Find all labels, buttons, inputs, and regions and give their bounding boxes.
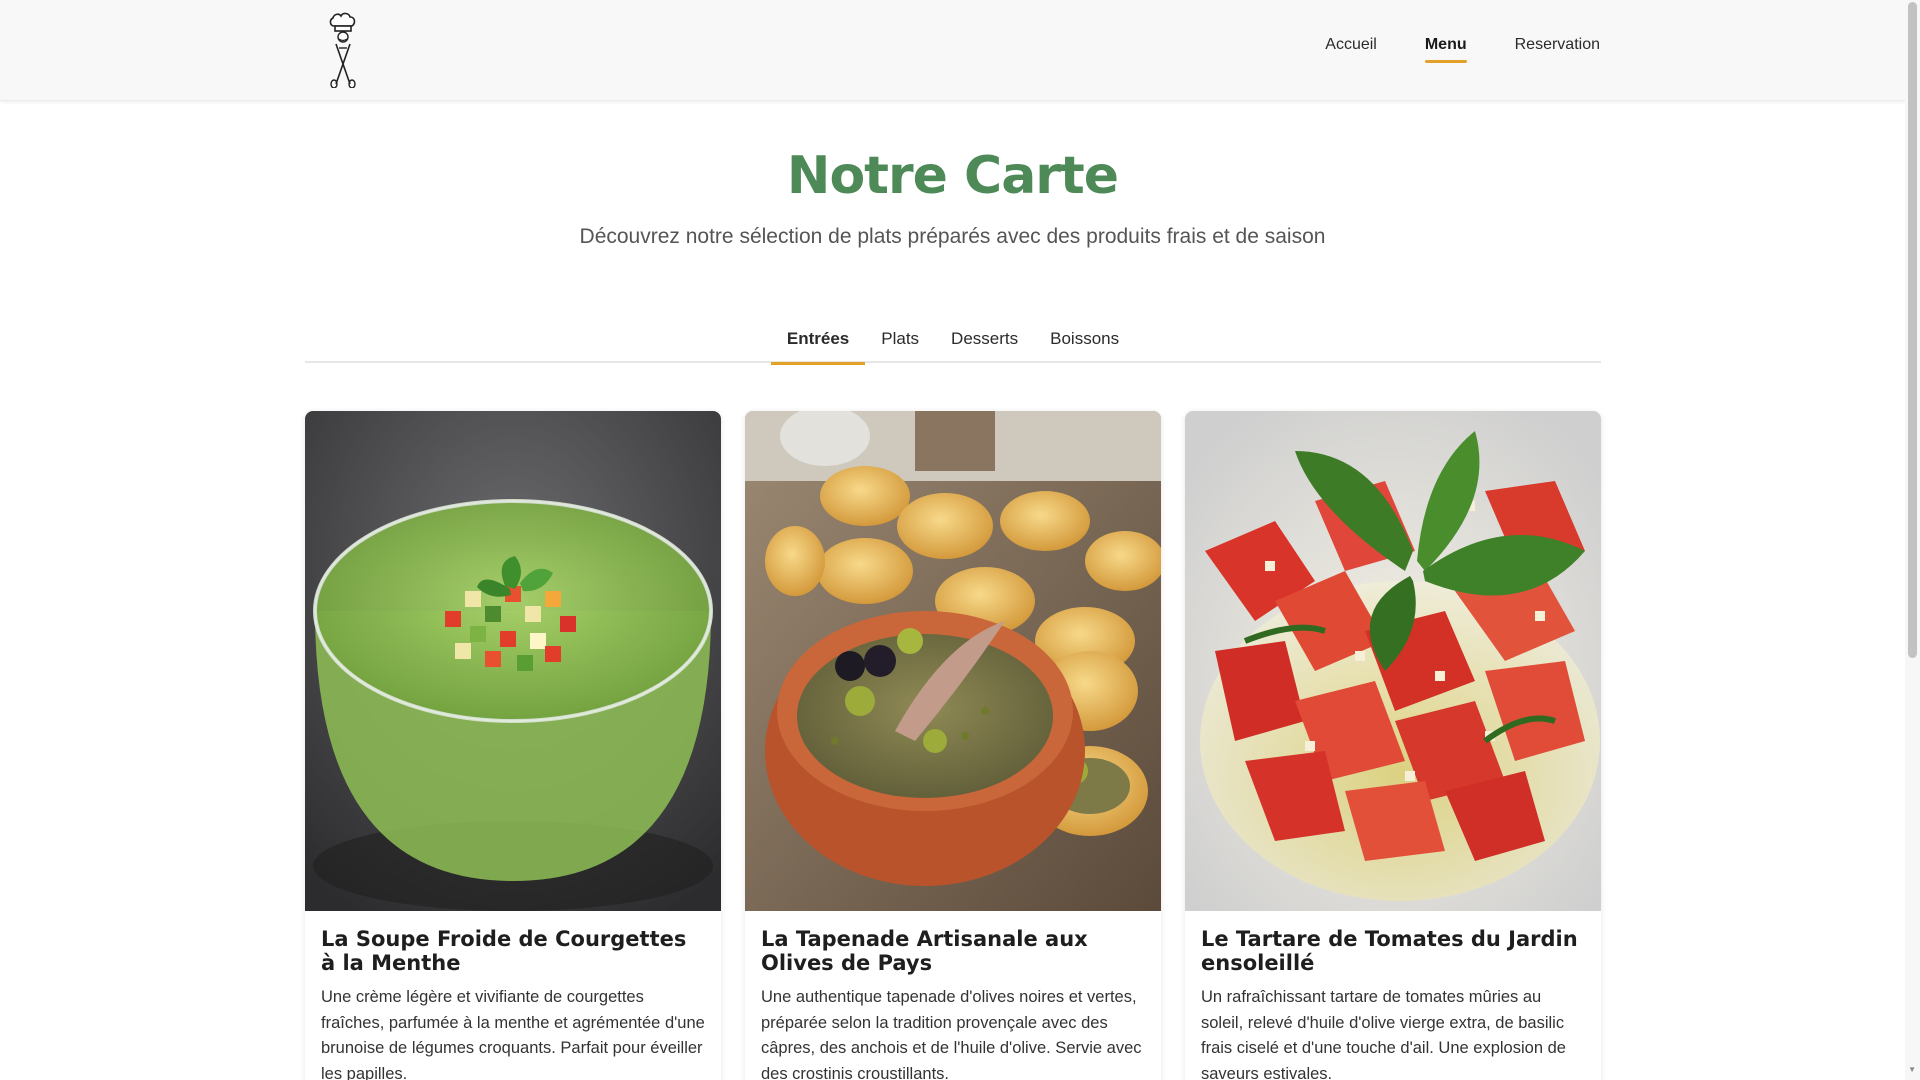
card-title: Le Tartare de Tomates du Jardin ensoleil… (1201, 927, 1578, 975)
site-header: Accueil Menu Reservation (0, 0, 1905, 101)
nav-reservation[interactable]: Reservation (1515, 36, 1600, 63)
page-title: Notre Carte (786, 146, 1119, 206)
chef-hat-utensils-icon[interactable] (322, 12, 364, 89)
nav-menu[interactable]: Menu (1424, 36, 1467, 63)
card-title: La Soupe Froide de Courgettes à la Menth… (321, 927, 687, 975)
nav-accueil[interactable]: Accueil (1325, 36, 1377, 63)
menu-card[interactable]: Le Tartare de Tomates du Jardin ensoleil… (1185, 411, 1601, 1080)
card-description: Un rafraîchissant tartare de tomates mûr… (1201, 988, 1566, 1080)
card-description: Une authentique tapenade d'olives noires… (761, 988, 1142, 1080)
scroll-down-arrow-icon[interactable]: ▼ (1908, 1065, 1916, 1074)
tab-entrees[interactable]: Entrées (770, 320, 866, 365)
menu-cards: La Soupe Froide de Courgettes à la Menth… (305, 411, 1601, 1080)
category-tabs: Entrées Plats Desserts Boissons (305, 320, 1601, 365)
menu-card[interactable]: La Soupe Froide de Courgettes à la Menth… (305, 411, 721, 1080)
menu-card[interactable]: La Tapenade Artisanale aux Olives de Pay… (745, 411, 1161, 1080)
tab-boissons[interactable]: Boissons (1034, 320, 1135, 363)
main-nav: Accueil Menu Reservation (1325, 36, 1600, 63)
tab-desserts[interactable]: Desserts (935, 320, 1034, 363)
tab-plats[interactable]: Plats (865, 320, 935, 363)
tapenade-photo (745, 411, 1161, 911)
page-scrollbar[interactable]: ▼ (1905, 0, 1920, 1080)
tomato-tartare-photo (1185, 411, 1601, 911)
card-description: Une crème légère et vivifiante de courge… (321, 988, 705, 1080)
page-subtitle: Découvrez notre sélection de plats prépa… (579, 225, 1326, 248)
card-title: La Tapenade Artisanale aux Olives de Pay… (761, 927, 1088, 975)
scrollbar-thumb[interactable] (1908, 2, 1917, 658)
zucchini-soup-photo (305, 411, 721, 911)
